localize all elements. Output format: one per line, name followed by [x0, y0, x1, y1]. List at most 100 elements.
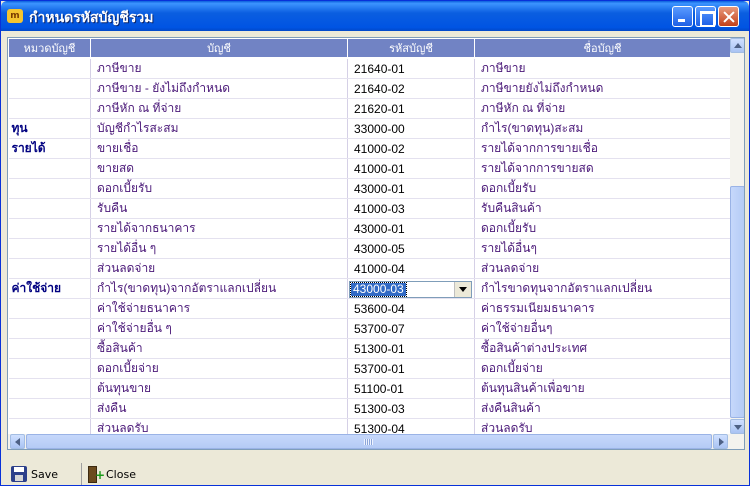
table-row[interactable]: ซื้อสินค้า 51300-01 ซื้อสินค้าต่างประเทศ	[8, 338, 731, 359]
code-cell[interactable]: 53700-07	[347, 318, 475, 339]
name-cell[interactable]: รับคืนสินค้า	[474, 198, 731, 219]
account-cell[interactable]: รายได้อื่น ๆ	[90, 238, 348, 259]
account-cell[interactable]: ดอกเบี้ยจ่าย	[90, 358, 348, 379]
code-cell[interactable]: 51300-03	[347, 398, 475, 419]
code-cell[interactable]: 21620-01	[347, 98, 475, 119]
vertical-scrollbar[interactable]	[730, 38, 744, 434]
table-row[interactable]: ภาษีหัก ณ ที่จ่าย 21620-01 ภาษีหัก ณ ที่จ่…	[8, 98, 731, 119]
account-cell[interactable]: ภาษีขาย - ยังไม่ถึงกำหนด	[90, 78, 348, 99]
account-cell[interactable]: ซื้อสินค้า	[90, 338, 348, 359]
close-button[interactable]: + Close	[81, 463, 136, 485]
table-row[interactable]: รายได้อื่น ๆ 43000-05 รายได้อื่นๆ	[8, 238, 731, 259]
scroll-right-button[interactable]	[713, 434, 728, 449]
name-cell[interactable]: ดอกเบี้ยรับ	[474, 218, 731, 239]
name-cell[interactable]: ค่าธรรมเนียมธนาคาร	[474, 298, 731, 319]
account-cell[interactable]: ภาษีขาย	[90, 58, 348, 79]
code-cell[interactable]: 41000-01	[347, 158, 475, 179]
name-cell[interactable]: ภาษีหัก ณ ที่จ่าย	[474, 98, 731, 119]
maximize-button[interactable]	[695, 6, 716, 27]
table-row[interactable]: ดอกเบี้ยจ่าย 53700-01 ดอกเบี้ยจ่าย	[8, 358, 731, 379]
code-cell[interactable]: 51300-01	[347, 338, 475, 359]
category-cell[interactable]	[8, 78, 91, 99]
code-cell[interactable]: 41000-04	[347, 258, 475, 279]
category-cell[interactable]	[8, 358, 91, 379]
category-cell[interactable]	[8, 158, 91, 179]
category-cell[interactable]: รายได้	[8, 138, 91, 159]
horizontal-scrollbar[interactable]	[8, 434, 744, 449]
account-grid[interactable]: หมวดบัญชี บัญชี รหัสบัญชี ชื่อบัญชี ภาษี…	[7, 37, 745, 450]
horizontal-scroll-thumb[interactable]	[26, 434, 712, 449]
table-row[interactable]: ขายสด 41000-01 รายได้จากการขายสด	[8, 158, 731, 179]
save-button[interactable]: Save	[11, 463, 58, 485]
account-cell[interactable]: รับคืน	[90, 198, 348, 219]
table-row[interactable]: ค่าใช้จ่ายธนาคาร 53600-04 ค่าธรรมเนียมธนาค…	[8, 298, 731, 319]
dropdown-arrow-icon[interactable]	[454, 281, 471, 297]
account-cell[interactable]: ดอกเบี้ยรับ	[90, 178, 348, 199]
code-cell[interactable]: 43000-01	[347, 178, 475, 199]
category-cell[interactable]	[8, 58, 91, 79]
title-bar[interactable]: m กำหนดรหัสบัญชีรวม	[1, 1, 749, 31]
name-cell[interactable]: ส่งคืนสินค้า	[474, 398, 731, 419]
account-code-combobox[interactable]: 43000-03	[349, 280, 472, 298]
category-cell[interactable]	[8, 338, 91, 359]
account-cell[interactable]: รายได้จากธนาคาร	[90, 218, 348, 239]
category-cell[interactable]	[8, 378, 91, 399]
table-row[interactable]: ค่าใช้จ่ายอื่น ๆ 53700-07 ค่าใช้จ่ายอื่นๆ	[8, 318, 731, 339]
name-cell[interactable]: ต้นทุนสินค้าเพื่อขาย	[474, 378, 731, 399]
column-header-code[interactable]: รหัสบัญชี	[347, 38, 475, 59]
category-cell[interactable]	[8, 198, 91, 219]
code-cell[interactable]: 43000-05	[347, 238, 475, 259]
name-cell[interactable]: กำไร(ขาดทุน)สะสม	[474, 118, 731, 139]
vertical-scroll-thumb[interactable]	[730, 186, 744, 418]
account-cell[interactable]: ขายสด	[90, 158, 348, 179]
category-cell[interactable]	[8, 218, 91, 239]
category-cell[interactable]	[8, 398, 91, 419]
table-row[interactable]: รายได้จากธนาคาร 43000-01 ดอกเบี้ยรับ	[8, 218, 731, 239]
name-cell[interactable]: ส่วนลดจ่าย	[474, 258, 731, 279]
code-cell[interactable]: 43000-01	[347, 218, 475, 239]
code-cell[interactable]: 51100-01	[347, 378, 475, 399]
category-cell[interactable]	[8, 318, 91, 339]
code-cell[interactable]: 21640-02	[347, 78, 475, 99]
table-row[interactable]: ภาษีขาย - ยังไม่ถึงกำหนด 21640-02 ภาษีขายย…	[8, 78, 731, 99]
code-cell[interactable]: 41000-03	[347, 198, 475, 219]
table-row[interactable]: ทุน บัญชีกำไรสะสม 33000-00 กำไร(ขาดทุน)สะสม	[8, 118, 731, 139]
code-cell[interactable]: 21640-01	[347, 58, 475, 79]
table-row[interactable]: ภาษีขาย 21640-01 ภาษีขาย	[8, 58, 731, 79]
account-cell[interactable]: ส่งคืน	[90, 398, 348, 419]
minimize-button[interactable]	[672, 6, 693, 27]
account-cell[interactable]: ค่าใช้จ่ายอื่น ๆ	[90, 318, 348, 339]
code-cell[interactable]: 53600-04	[347, 298, 475, 319]
name-cell[interactable]: ภาษีขายยังไม่ถึงกำหนด	[474, 78, 731, 99]
code-cell[interactable]: 53700-01	[347, 358, 475, 379]
account-cell[interactable]: กำไร(ขาดทุน)จากอัตราแลกเปลี่ยน	[90, 278, 348, 299]
code-cell-editing[interactable]: 43000-03	[347, 278, 475, 299]
column-header-account[interactable]: บัญชี	[90, 38, 348, 59]
name-cell[interactable]: ดอกเบี้ยรับ	[474, 178, 731, 199]
category-cell[interactable]	[8, 178, 91, 199]
scroll-down-button[interactable]	[730, 419, 744, 434]
name-cell[interactable]: ดอกเบี้ยจ่าย	[474, 358, 731, 379]
account-cell[interactable]: ส่วนลดจ่าย	[90, 258, 348, 279]
name-cell[interactable]: รายได้อื่นๆ	[474, 238, 731, 259]
scroll-left-button[interactable]	[10, 434, 25, 449]
name-cell[interactable]: รายได้จากการขายเชื่อ	[474, 138, 731, 159]
table-row[interactable]: ส่วนลดจ่าย 41000-04 ส่วนลดจ่าย	[8, 258, 731, 279]
category-cell[interactable]	[8, 298, 91, 319]
scroll-up-button[interactable]	[730, 38, 744, 53]
account-cell[interactable]: ต้นทุนขาย	[90, 378, 348, 399]
category-cell[interactable]: ค่าใช้จ่าย	[8, 278, 91, 299]
account-cell[interactable]: บัญชีกำไรสะสม	[90, 118, 348, 139]
name-cell[interactable]: ซื้อสินค้าต่างประเทศ	[474, 338, 731, 359]
category-cell[interactable]	[8, 258, 91, 279]
code-cell[interactable]: 33000-00	[347, 118, 475, 139]
category-cell[interactable]: ทุน	[8, 118, 91, 139]
close-window-button[interactable]	[718, 6, 739, 27]
table-row[interactable]: รับคืน 41000-03 รับคืนสินค้า	[8, 198, 731, 219]
column-header-category[interactable]: หมวดบัญชี	[8, 38, 91, 59]
table-row[interactable]: ค่าใช้จ่าย กำไร(ขาดทุน)จากอัตราแลกเปลี่ยน…	[8, 278, 731, 299]
table-row[interactable]: ต้นทุนขาย 51100-01 ต้นทุนสินค้าเพื่อขาย	[8, 378, 731, 399]
account-cell[interactable]: ค่าใช้จ่ายธนาคาร	[90, 298, 348, 319]
table-row[interactable]: ส่งคืน 51300-03 ส่งคืนสินค้า	[8, 398, 731, 419]
name-cell[interactable]: กำไรขาดทุนจากอัตราแลกเปลี่ยน	[474, 278, 731, 299]
